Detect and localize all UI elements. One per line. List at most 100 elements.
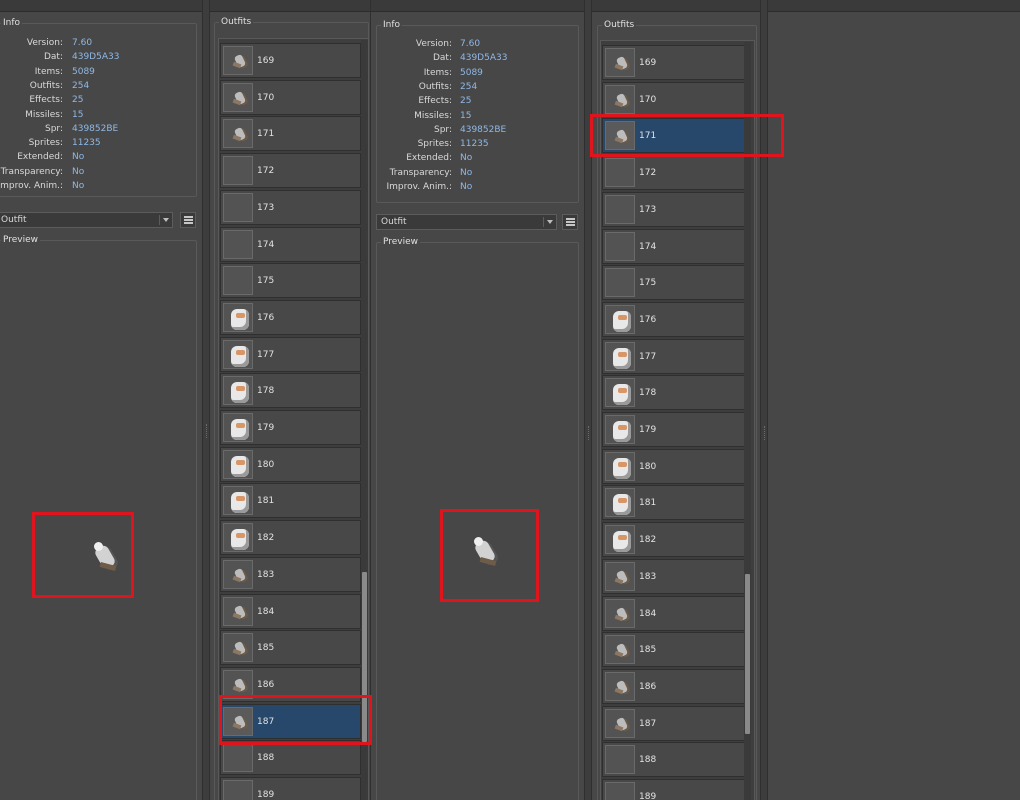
info-value: No	[460, 182, 473, 192]
outfit-list-item[interactable]: 175	[220, 263, 361, 299]
outfit-small-icon	[612, 678, 630, 697]
info-key: Outfits:	[418, 81, 452, 92]
outfit-list-item[interactable]: 177	[602, 338, 745, 374]
info-row: Version: 7.60	[377, 37, 567, 51]
left-outfits-scrollbar[interactable]	[361, 40, 368, 800]
info-key: Outfits:	[29, 80, 63, 91]
outfit-list-item[interactable]: 179	[602, 412, 745, 447]
outfit-list-item[interactable]: 173	[220, 189, 361, 225]
outfit-list-item[interactable]: 176	[602, 301, 745, 337]
outfit-thumbnail	[223, 266, 253, 296]
info-key: Improv. Anim.:	[386, 182, 452, 192]
info-key: Extended:	[406, 153, 452, 164]
outfit-list-item[interactable]: 189	[602, 779, 745, 800]
outfit-id-label: 175	[257, 276, 275, 287]
info-key: Dat:	[43, 52, 63, 63]
outfit-list-item[interactable]: 169	[602, 45, 745, 80]
outfit-list-item[interactable]: 178	[220, 373, 361, 409]
left-category-select-divider	[159, 215, 160, 225]
left-category-select[interactable]: Outfit	[0, 212, 173, 228]
left-panel-splitter[interactable]	[202, 0, 210, 800]
outfit-list-item[interactable]: 188	[220, 740, 361, 776]
chevron-down-icon[interactable]	[547, 220, 553, 224]
left-selected-row-highlight	[219, 695, 372, 745]
outfit-large-icon	[612, 421, 631, 442]
outfit-list-item[interactable]: 172	[602, 155, 745, 191]
info-value: 439D5A33	[460, 53, 508, 64]
outfit-list-item[interactable]: 185	[220, 630, 361, 666]
outfit-list-item[interactable]: 185	[602, 632, 745, 668]
info-value: No	[72, 152, 85, 163]
outfit-list-item[interactable]: 174	[602, 228, 745, 264]
outfit-thumbnail	[223, 633, 253, 663]
right-preview-highlight	[440, 509, 539, 602]
outfit-id-label: 178	[257, 386, 275, 397]
info-key: Spr:	[434, 124, 452, 135]
outfit-list-item[interactable]: 178	[602, 375, 745, 411]
outfit-list-item[interactable]: 177	[220, 336, 361, 372]
left-outfits-list[interactable]: 169 170 171 172 173 174 175 176 177 178 179 180 181 1…	[218, 38, 369, 800]
outfit-list-item[interactable]: 171	[220, 116, 361, 152]
right-outfits-scroll-thumb[interactable]	[745, 574, 750, 734]
list-menu-icon	[566, 218, 575, 226]
outfit-list-item[interactable]: 189	[220, 777, 361, 800]
outfit-list-item[interactable]: 175	[602, 265, 745, 301]
info-key: Items:	[423, 67, 452, 78]
outfit-thumbnail	[223, 596, 253, 626]
outfit-list-item[interactable]: 182	[220, 520, 361, 556]
right-info-group: Info Version: 7.60 Dat: 439D5A33 Items: 5089 O…	[376, 19, 579, 203]
outfit-large-icon	[612, 384, 631, 406]
outfit-small-icon	[230, 52, 248, 71]
info-value: 11235	[460, 139, 489, 150]
info-key: Transparency:	[389, 167, 452, 178]
outfit-thumbnail	[223, 82, 253, 112]
chevron-down-icon[interactable]	[163, 218, 169, 222]
outfit-small-icon	[612, 568, 630, 587]
outfit-list-item[interactable]: 170	[220, 79, 361, 115]
screen: Info Version: 7.60 Dat: 439D5A33 Items: 5089 O…	[0, 0, 1020, 800]
outfit-list-item[interactable]: 172	[220, 153, 361, 189]
outfit-list-item[interactable]: 179	[220, 410, 361, 445]
info-row: Dat: 439D5A33	[0, 50, 187, 64]
outfit-list-item[interactable]: 183	[220, 556, 361, 592]
outfit-id-label: 186	[639, 681, 657, 692]
outfit-small-icon	[612, 641, 630, 660]
right-category-select[interactable]: Outfit	[376, 214, 557, 230]
right-category-select-divider	[543, 217, 544, 227]
outfit-list-item[interactable]: 180	[220, 446, 361, 482]
outfit-id-label: 179	[639, 425, 657, 435]
outfit-id-label: 188	[639, 755, 657, 766]
outfit-list-item[interactable]: 188	[602, 742, 745, 778]
outfit-list-item[interactable]: 173	[602, 191, 745, 227]
outfit-list-item[interactable]: 169	[220, 43, 361, 78]
outfit-thumbnail	[223, 192, 253, 222]
splitter-grip-icon	[206, 424, 208, 438]
splitter-grip-icon	[764, 426, 766, 440]
outfit-list-item[interactable]: 181	[220, 483, 361, 519]
right-info-title: Info	[381, 19, 403, 31]
left-list-menu-button[interactable]	[180, 212, 196, 228]
outfit-list-item[interactable]: 184	[602, 595, 745, 631]
outfit-small-icon	[230, 639, 248, 658]
outfit-small-icon	[612, 91, 630, 110]
outfit-thumbnail	[605, 378, 635, 408]
right-list-menu-button[interactable]	[562, 214, 578, 230]
outfit-list-item[interactable]: 181	[602, 485, 745, 521]
outfit-list-item[interactable]: 184	[220, 593, 361, 629]
outfit-list-item[interactable]: 170	[602, 81, 745, 117]
outfit-list-item[interactable]: 180	[602, 448, 745, 484]
outfit-thumbnail	[605, 745, 635, 775]
left-preview-highlight	[32, 512, 134, 598]
outfit-list-item[interactable]: 182	[602, 522, 745, 558]
outfit-list-item[interactable]: 183	[602, 558, 745, 594]
list-menu-icon	[184, 216, 193, 224]
outfit-thumbnail	[605, 194, 635, 224]
right-outfits-topbar	[592, 0, 760, 12]
outfit-large-icon	[230, 529, 249, 551]
outfit-list-item[interactable]: 174	[220, 226, 361, 262]
outfit-list-item[interactable]: 176	[220, 299, 361, 335]
outfit-list-item[interactable]: 187	[602, 705, 745, 741]
outfit-small-icon	[612, 605, 630, 624]
outfit-list-item[interactable]: 186	[602, 668, 745, 704]
outfit-large-icon	[612, 457, 631, 479]
